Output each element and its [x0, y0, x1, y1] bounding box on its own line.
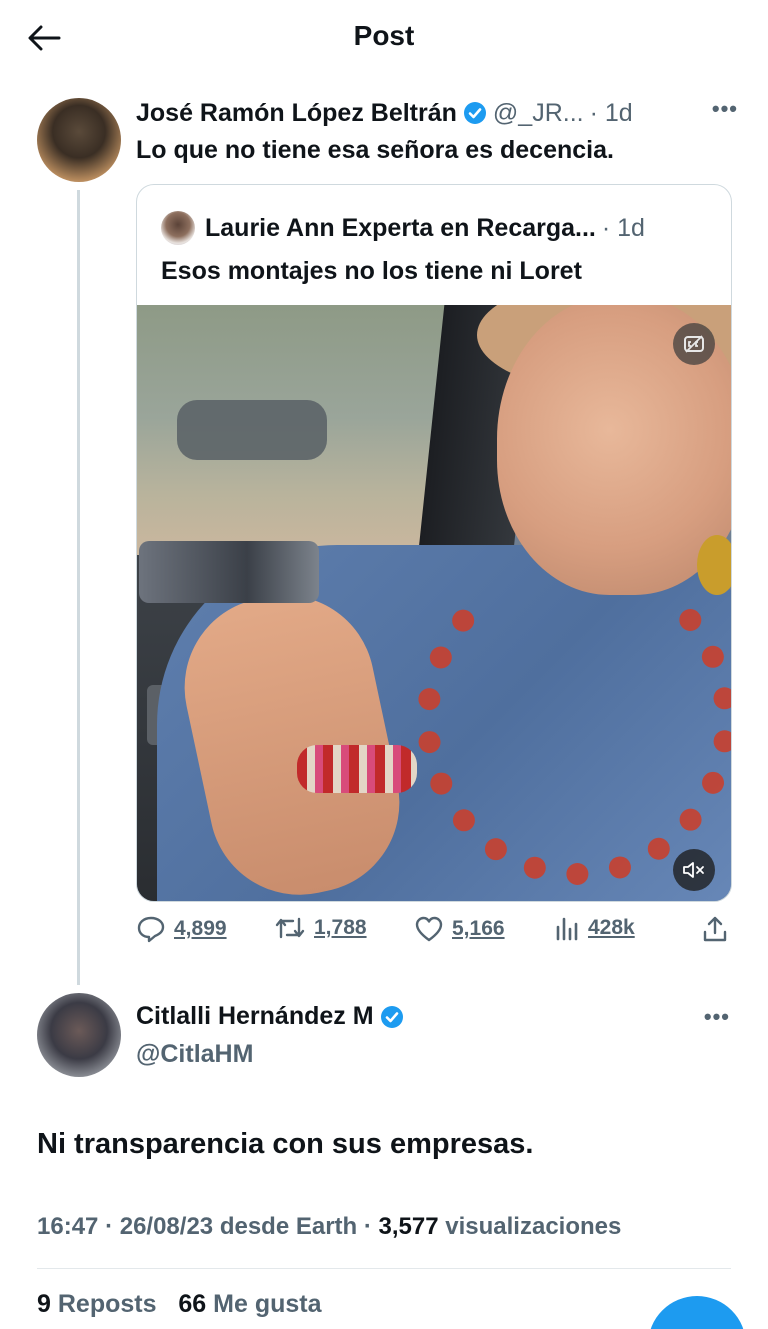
- like-count: 5,166: [452, 917, 505, 940]
- captions-button[interactable]: [673, 323, 715, 365]
- verified-badge-icon: [380, 1005, 404, 1029]
- reply-author-row: Citlalli Hernández M: [136, 1002, 410, 1031]
- reply-author-name[interactable]: Citlalli Hernández M: [136, 1002, 374, 1031]
- repost-button[interactable]: 1,788: [274, 915, 367, 941]
- quoted-video[interactable]: [137, 305, 731, 901]
- video-passing-car: [177, 400, 327, 460]
- reposts-label[interactable]: Reposts: [58, 1290, 157, 1318]
- video-bracelets: [297, 745, 417, 793]
- reply-count: 4,899: [174, 917, 227, 940]
- reply-views-label: visualizaciones: [445, 1213, 622, 1240]
- post-time[interactable]: · 1d: [590, 99, 633, 128]
- share-button[interactable]: [702, 915, 728, 943]
- reply-time[interactable]: 16:47: [37, 1213, 98, 1240]
- post-text: Lo que no tiene esa señora es decencia.: [136, 136, 614, 164]
- action-bar: 4,899 1,788 5,166 428k: [136, 915, 732, 949]
- quoted-author-name: Laurie Ann Experta en Recarga...: [205, 213, 596, 242]
- quoted-post-text: Esos montajes no los tiene ni Loret: [161, 257, 582, 285]
- more-icon[interactable]: •••: [712, 96, 738, 122]
- reply-views-count: 3,577: [378, 1213, 439, 1240]
- reply-date-source: · 26/08/23 desde Earth ·: [105, 1213, 372, 1240]
- repost-icon: [275, 917, 305, 939]
- quoted-post-header: Laurie Ann Experta en Recarga... · 1d: [161, 211, 645, 245]
- likes-count[interactable]: 66: [178, 1290, 206, 1318]
- thread-line: [77, 190, 80, 985]
- reply-author-handle[interactable]: @CitlaHM: [136, 1040, 253, 1069]
- captions-icon: [684, 335, 704, 353]
- reply-text: Ni transparencia con sus empresas.: [37, 1128, 534, 1160]
- like-button[interactable]: 5,166: [414, 915, 505, 943]
- reply-button[interactable]: 4,899: [136, 915, 227, 943]
- reply-stats: 9 Reposts 66 Me gusta: [37, 1290, 322, 1319]
- top-bar: Post: [0, 0, 768, 76]
- video-phone: [139, 541, 319, 603]
- quoted-post[interactable]: Laurie Ann Experta en Recarga... · 1d Es…: [136, 184, 732, 902]
- compose-button[interactable]: [648, 1296, 746, 1329]
- reposts-count[interactable]: 9: [37, 1290, 51, 1318]
- reply-icon: [137, 916, 165, 943]
- reply-meta: 16:47 · 26/08/23 desde Earth · 3,577 vis…: [37, 1213, 621, 1241]
- verified-badge-icon: [463, 101, 487, 125]
- page-title: Post: [353, 20, 415, 51]
- quoted-author-avatar: [161, 211, 195, 245]
- reply-more-icon[interactable]: •••: [704, 1004, 730, 1030]
- reply-author-avatar[interactable]: [37, 993, 121, 1077]
- video-necklace: [417, 555, 731, 885]
- divider: [37, 1268, 731, 1269]
- share-icon: [703, 916, 727, 942]
- post-header: José Ramón López Beltrán @_JR... · 1d ••…: [136, 96, 738, 130]
- mute-icon: [683, 862, 704, 878]
- author-avatar[interactable]: [37, 98, 121, 182]
- like-icon: [415, 916, 443, 942]
- views-button[interactable]: 428k: [554, 915, 635, 941]
- video-earring: [697, 535, 731, 595]
- likes-label[interactable]: Me gusta: [213, 1290, 321, 1318]
- author-name[interactable]: José Ramón López Beltrán: [136, 99, 457, 128]
- mute-button[interactable]: [673, 849, 715, 891]
- views-icon: [556, 917, 578, 941]
- quoted-post-time: · 1d: [601, 213, 645, 242]
- author-handle[interactable]: @_JR...: [493, 99, 584, 128]
- views-count: 428k: [588, 916, 635, 939]
- repost-count: 1,788: [314, 916, 367, 939]
